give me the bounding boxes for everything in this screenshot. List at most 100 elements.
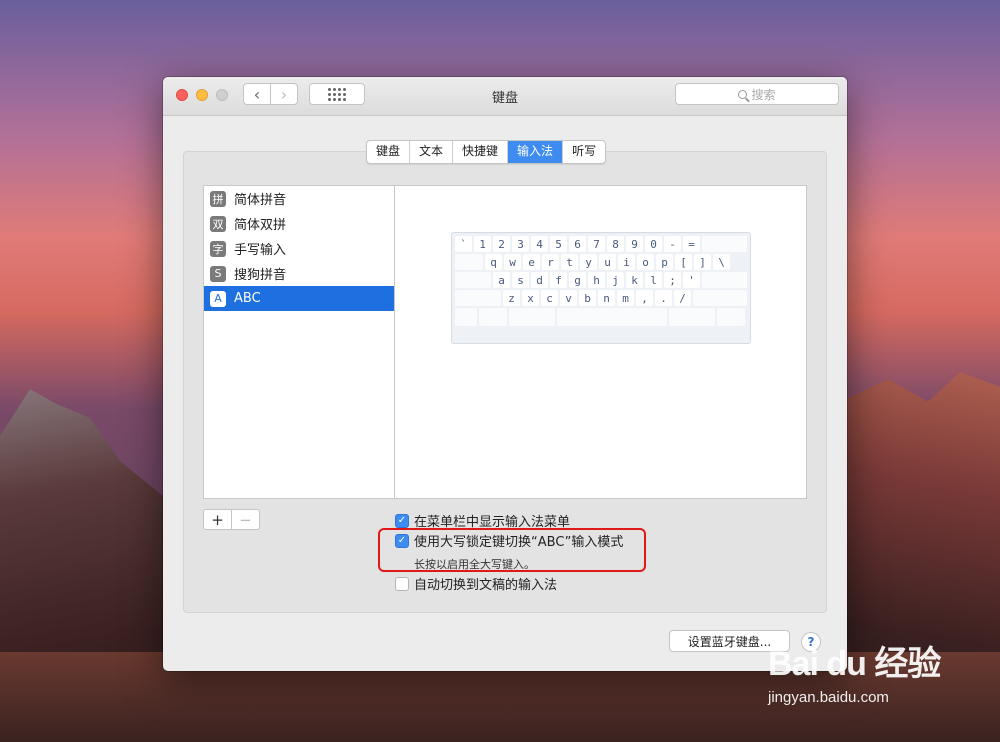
keyboard-key: d	[531, 272, 548, 288]
tab-bar: 键盘 文本 快捷键 输入法 听写	[366, 140, 607, 164]
keyboard-row: a s d f g h j k l; '	[455, 272, 747, 288]
keyboard-key: 0	[645, 236, 662, 252]
keyboard-key: a	[493, 272, 510, 288]
title-bar: ‹ › 键盘 搜索	[163, 77, 847, 116]
keyboard-modifier-key	[669, 308, 715, 326]
keyboard-preferences-window: ‹ › 键盘 搜索 键盘 文本 快捷键 输入法 听写 拼 简体拼音 双 简体双拼…	[163, 77, 847, 671]
keyboard-modifier-key	[479, 308, 507, 326]
keyboard-row: q w e r t y u i o p[] \	[455, 254, 747, 270]
keyboard-modifier-key	[509, 308, 555, 326]
keyboard-row: ` 1 2 3 4 5 6 7 8 9 0- =	[455, 236, 747, 252]
keyboard-key: [	[675, 254, 692, 270]
list-item-label: 搜狗拼音	[234, 268, 287, 283]
keyboard-key: \	[713, 254, 730, 270]
keyboard-key: =	[683, 236, 700, 252]
keyboard-key: c	[541, 290, 558, 306]
keyboard-key: ;	[664, 272, 681, 288]
keyboard-key: 6	[569, 236, 586, 252]
keyboard-key: t	[561, 254, 578, 270]
keyboard-key: .	[655, 290, 672, 306]
list-item-pinyin[interactable]: 拼 简体拼音	[204, 186, 394, 211]
keyboard-key: n	[598, 290, 615, 306]
keyboard-modifier-key	[717, 308, 745, 326]
watermark-url: jingyan.baidu.com	[768, 689, 889, 706]
keyboard-blank-key	[455, 272, 491, 288]
keyboard-blank-key	[455, 254, 483, 270]
keyboard-key: q	[485, 254, 502, 270]
abc-icon: A	[210, 290, 226, 307]
tab-dictation[interactable]: 听写	[563, 141, 605, 163]
baidu-watermark: Bai du 经验 jingyan.baidu.com	[768, 636, 988, 726]
list-item-label: 手写输入	[234, 243, 287, 258]
keyboard-key: i	[618, 254, 635, 270]
keyboard-key: 5	[550, 236, 567, 252]
tab-shortcuts[interactable]: 快捷键	[453, 141, 509, 163]
tab-keyboard[interactable]: 键盘	[367, 141, 411, 163]
tab-text[interactable]: 文本	[410, 141, 454, 163]
list-item-label: 简体拼音	[234, 193, 287, 208]
keyboard-key: 1	[474, 236, 491, 252]
add-input-source-button[interactable]: +	[204, 510, 231, 529]
keyboard-blank-key	[693, 290, 747, 306]
search-field[interactable]: 搜索	[675, 83, 839, 105]
keyboard-key: /	[674, 290, 691, 306]
keyboard-row: z x c v b n m,. /	[455, 290, 747, 306]
keyboard-key: 4	[531, 236, 548, 252]
remove-input-source-button[interactable]: −	[231, 510, 259, 529]
keyboard-key: e	[523, 254, 540, 270]
keyboard-modifier-key	[455, 308, 477, 326]
list-item-handwriting[interactable]: 字 手写输入	[204, 236, 394, 261]
keyboard-blank-key	[702, 236, 747, 252]
keyboard-key: o	[637, 254, 654, 270]
search-placeholder: 搜索	[751, 87, 776, 102]
list-item-label: 简体双拼	[234, 218, 287, 233]
shuangpin-icon: 双	[210, 215, 226, 232]
keyboard-blank-key	[455, 290, 501, 306]
keyboard-key: '	[683, 272, 700, 288]
keyboard-key: j	[607, 272, 624, 288]
keyboard-preview-pane: ` 1 2 3 4 5 6 7 8 9 0- = q w e r t y u i o p[] \ a s d f g h j k l; ' z x c…	[395, 185, 807, 499]
search-icon	[738, 89, 748, 99]
handwriting-icon: 字	[210, 240, 226, 257]
list-item-shuangpin[interactable]: 双 简体双拼	[204, 211, 394, 236]
auto-switch-label: 自动切换到文稿的输入法	[414, 578, 558, 593]
watermark-logo: Bai du 经验	[768, 645, 941, 683]
list-item-sogou[interactable]: S 搜狗拼音	[204, 261, 394, 286]
show-input-menu-checkbox[interactable]: ✓	[395, 513, 409, 528]
keyboard-key: v	[560, 290, 577, 306]
keyboard-key: `	[455, 236, 472, 252]
keyboard-key: k	[626, 272, 643, 288]
keyboard-key: p	[656, 254, 673, 270]
keyboard-key: g	[569, 272, 586, 288]
list-add-remove-control: + −	[203, 509, 260, 530]
list-item-label: ABC	[234, 291, 261, 306]
keyboard-key: s	[512, 272, 529, 288]
keyboard-key: 8	[607, 236, 624, 252]
red-highlight-annotation	[378, 528, 646, 572]
keyboard-blank-key	[702, 272, 747, 288]
keyboard-key: ,	[636, 290, 653, 306]
keyboard-key: l	[645, 272, 662, 288]
keyboard-key: 9	[626, 236, 643, 252]
keyboard-key: -	[664, 236, 681, 252]
keyboard-key: 7	[588, 236, 605, 252]
tab-input-sources[interactable]: 输入法	[508, 141, 564, 163]
input-source-list[interactable]: 拼 简体拼音 双 简体双拼 字 手写输入 S 搜狗拼音 A ABC	[203, 185, 395, 499]
keyboard-key: ]	[694, 254, 711, 270]
auto-switch-option[interactable]: 自动切换到文稿的输入法	[395, 574, 557, 593]
keyboard-key: m	[617, 290, 634, 306]
keyboard-key: x	[522, 290, 539, 306]
sogou-icon: S	[210, 265, 226, 282]
keyboard-key: h	[588, 272, 605, 288]
keyboard-row	[455, 308, 747, 326]
keyboard-key: u	[599, 254, 616, 270]
keyboard-key: f	[550, 272, 567, 288]
keyboard-key: w	[504, 254, 521, 270]
keyboard-key: 2	[493, 236, 510, 252]
auto-switch-checkbox[interactable]	[395, 576, 409, 591]
list-item-abc[interactable]: A ABC	[204, 286, 394, 311]
keyboard-key: 3	[512, 236, 529, 252]
keyboard-key: z	[503, 290, 520, 306]
keyboard-key: y	[580, 254, 597, 270]
keyboard-key: r	[542, 254, 559, 270]
